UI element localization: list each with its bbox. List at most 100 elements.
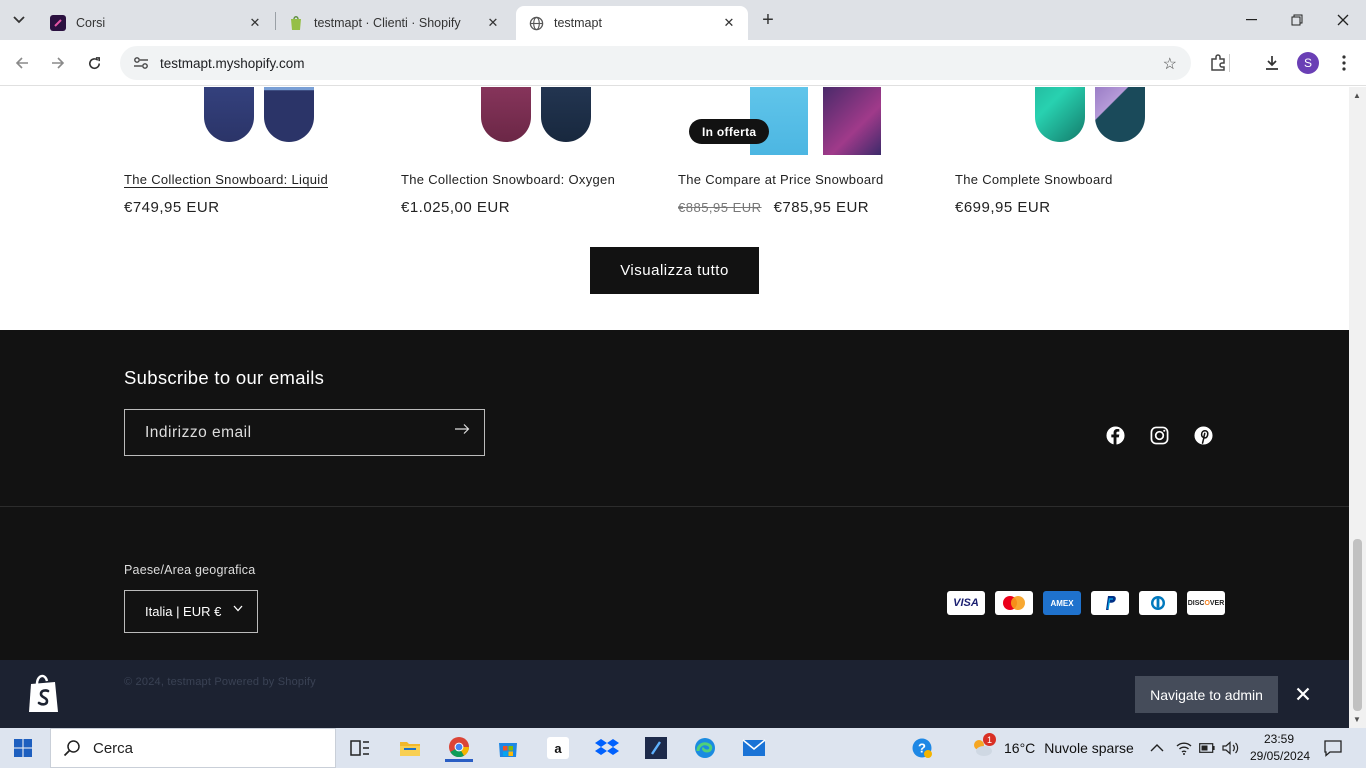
chrome-icon[interactable] [445, 734, 473, 762]
windows-start-icon[interactable] [14, 739, 32, 757]
reload-icon[interactable] [80, 49, 108, 77]
taskbar-search-label: Cerca [93, 739, 134, 757]
page-scrollbar[interactable]: ▲ ▼ [1349, 87, 1366, 728]
tab-title: testmapt [554, 16, 602, 30]
browser-tab-strip: Corsi ✕ testmapt · Clienti · Shopify ✕ t… [0, 0, 1366, 40]
clock-date: 29/05/2024 [1250, 749, 1311, 763]
tab-close-icon[interactable]: ✕ [246, 14, 264, 32]
download-icon[interactable] [1258, 49, 1286, 77]
product-title[interactable]: The Compare at Price Snowboard [678, 172, 884, 187]
tab-close-icon[interactable]: ✕ [484, 14, 502, 32]
pinterest-icon[interactable] [1192, 424, 1214, 446]
scroll-down-icon[interactable]: ▼ [1353, 715, 1361, 724]
battery-icon[interactable] [1199, 728, 1215, 768]
app-icon[interactable] [642, 734, 670, 762]
shopify-logo-icon[interactable] [26, 672, 62, 714]
chevron-down-icon [13, 16, 25, 24]
task-view-icon[interactable] [346, 734, 374, 762]
globe-icon [528, 15, 544, 31]
restore-icon[interactable] [1274, 0, 1320, 40]
footer-divider [0, 506, 1349, 507]
page-viewport: The Collection Snowboard: Liquid €749,95… [0, 87, 1349, 728]
email-input[interactable] [145, 423, 425, 442]
navigate-to-admin-button[interactable]: Navigate to admin [1135, 676, 1278, 713]
tab-corsi[interactable]: Corsi ✕ [38, 6, 274, 40]
help-icon[interactable]: ? [908, 734, 936, 762]
site-info-icon[interactable] [126, 56, 156, 70]
amex-icon: AMEX [1043, 591, 1081, 615]
arrow-right-icon[interactable] [454, 423, 470, 435]
country-label: Paese/Area geografica [124, 563, 256, 577]
bookmark-star-icon[interactable]: ☆ [1163, 54, 1177, 74]
diners-club-icon [1139, 591, 1177, 615]
tab-shopify-clienti[interactable]: testmapt · Clienti · Shopify ✕ [276, 6, 512, 40]
close-icon[interactable] [1296, 685, 1310, 706]
visa-icon: VISA [947, 591, 985, 615]
email-field[interactable] [124, 409, 485, 456]
product-image[interactable] [401, 87, 651, 155]
window-close-icon[interactable] [1320, 0, 1366, 40]
notifications-icon[interactable] [1324, 728, 1342, 768]
back-icon[interactable] [8, 49, 36, 77]
browser-toolbar: testmapt.myshopify.com ☆ S [0, 40, 1366, 86]
weather-widget[interactable]: 1 16°C Nuvole sparse [970, 728, 1134, 768]
weather-desc: Nuvole sparse [1044, 740, 1134, 756]
tab-testmapt[interactable]: testmapt ✕ [516, 6, 748, 40]
taskbar-clock[interactable]: 23:59 29/05/2024 [1250, 731, 1311, 765]
mail-icon[interactable] [740, 734, 768, 762]
product-price: €699,95 EUR [955, 199, 1051, 216]
newsletter-heading: Subscribe to our emails [124, 367, 325, 388]
amazon-icon[interactable]: a [544, 734, 572, 762]
country-selector[interactable]: Italia | EUR € [124, 590, 258, 633]
paypal-icon [1091, 591, 1129, 615]
weather-alert-badge: 1 [983, 733, 996, 746]
tab-search-button[interactable] [6, 8, 32, 32]
minimize-icon[interactable] [1228, 0, 1274, 40]
product-price: €1.025,00 EUR [401, 199, 511, 216]
wifi-icon[interactable] [1176, 728, 1192, 768]
forward-icon[interactable] [44, 49, 72, 77]
weather-temp: 16°C [1004, 740, 1036, 756]
product-image[interactable] [124, 87, 374, 155]
clock-time: 23:59 [1263, 732, 1295, 746]
volume-icon[interactable] [1222, 728, 1240, 768]
facebook-icon[interactable] [1104, 424, 1126, 446]
product-card[interactable]: The Complete Snowboard €699,95 EUR [955, 87, 1205, 216]
toolbar-divider [1229, 54, 1230, 72]
tab-title: testmapt · Clienti · Shopify [314, 16, 461, 30]
product-title[interactable]: The Complete Snowboard [955, 172, 1113, 187]
edge-icon[interactable] [691, 734, 719, 762]
new-tab-button[interactable]: + [756, 8, 780, 32]
address-bar[interactable]: testmapt.myshopify.com ☆ [120, 46, 1191, 80]
instagram-icon[interactable] [1148, 424, 1170, 446]
taskbar-search[interactable]: Cerca [50, 728, 336, 768]
product-card[interactable]: The Collection Snowboard: Liquid €749,95… [124, 87, 374, 216]
country-value: Italia | EUR € [145, 604, 222, 619]
compare-at-price: €885,95 EUR [678, 200, 762, 215]
profile-avatar[interactable]: S [1294, 49, 1322, 77]
weather-cloud-sun-icon: 1 [970, 733, 996, 759]
sale-badge: In offerta [689, 119, 770, 144]
browser-menu-icon[interactable] [1330, 49, 1358, 77]
scroll-up-icon[interactable]: ▲ [1353, 91, 1361, 100]
shopify-preview-bar: © 2024, testmapt Powered by Shopify Navi… [0, 660, 1349, 728]
copyright-text: © 2024, testmapt Powered by Shopify [124, 676, 316, 688]
tray-chevron-up-icon[interactable] [1150, 728, 1164, 768]
file-explorer-icon[interactable] [396, 734, 424, 762]
product-title[interactable]: The Collection Snowboard: Oxygen [401, 172, 615, 187]
mastercard-icon [995, 591, 1033, 615]
corsi-favicon-icon [50, 15, 66, 31]
microsoft-store-icon[interactable] [494, 734, 522, 762]
extensions-icon[interactable] [1204, 49, 1232, 77]
product-image[interactable] [955, 87, 1205, 155]
scrollbar-thumb[interactable] [1353, 539, 1362, 711]
site-footer: Subscribe to our emails Paese/Area geogr… [0, 330, 1349, 660]
view-all-button[interactable]: Visualizza tutto [590, 247, 759, 294]
product-card[interactable]: The Collection Snowboard: Oxygen €1.025,… [401, 87, 651, 216]
sale-price: €785,95 EUR [773, 199, 870, 216]
product-title[interactable]: The Collection Snowboard: Liquid [124, 172, 328, 187]
product-price: €885,95 EUR €785,95 EUR [678, 199, 869, 216]
shopify-favicon-icon [288, 15, 304, 31]
dropbox-icon[interactable] [593, 734, 621, 762]
tab-close-icon[interactable]: ✕ [720, 14, 738, 32]
